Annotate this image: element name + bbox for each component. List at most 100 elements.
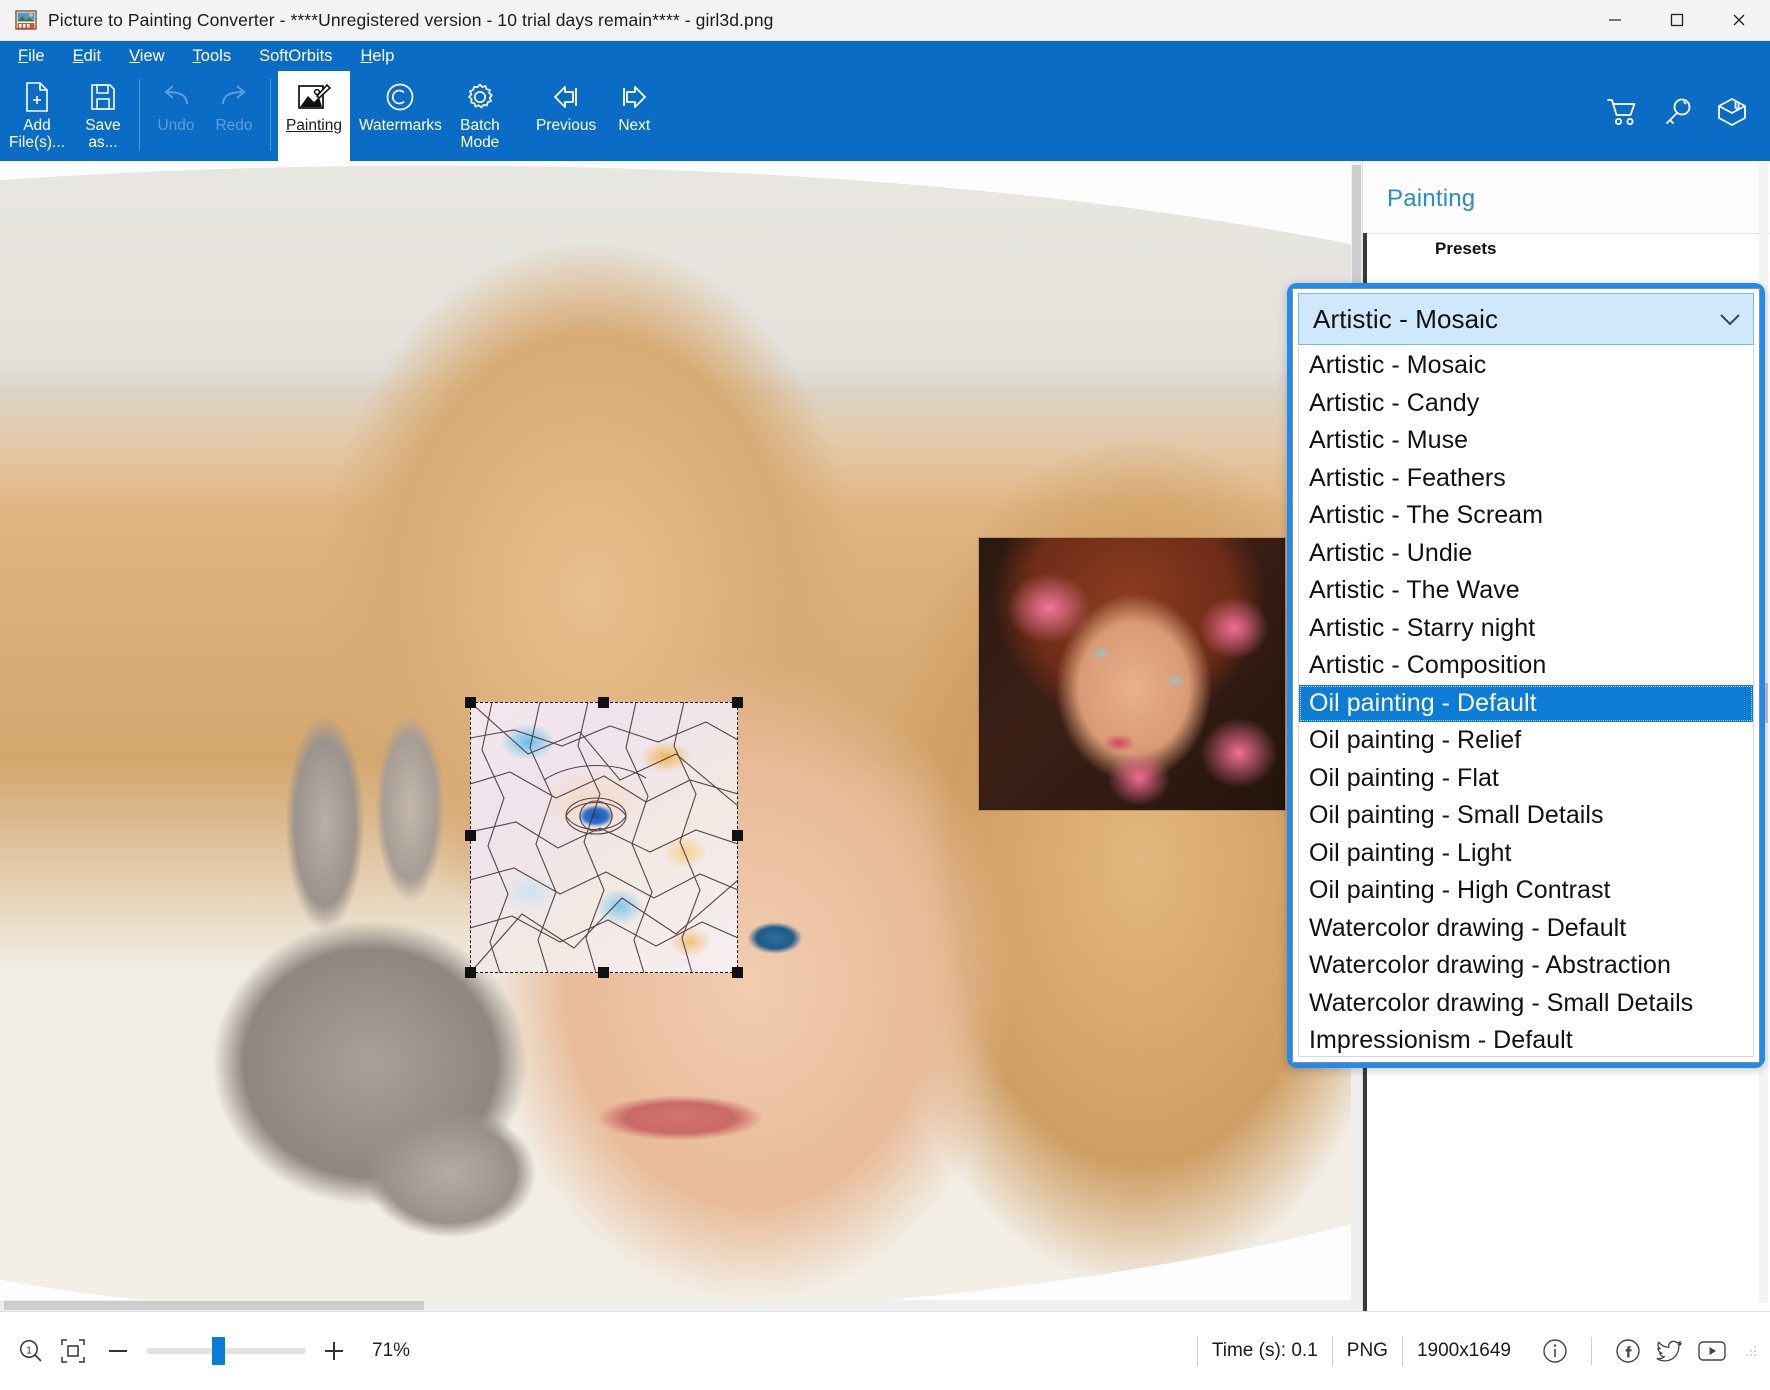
- app-logo-icon: [14, 8, 38, 32]
- undo-label: Undo: [157, 117, 195, 134]
- zoom-in-button[interactable]: [314, 1334, 354, 1368]
- canvas-horizontal-scrollbar[interactable]: [0, 1300, 1351, 1311]
- combobox-option[interactable]: Oil painting - Default: [1299, 684, 1753, 722]
- zoom-fit-icon[interactable]: [56, 1334, 90, 1368]
- combobox-option[interactable]: Artistic - Mosaic: [1299, 347, 1753, 385]
- close-button[interactable]: [1708, 0, 1770, 41]
- combobox-option[interactable]: Artistic - Candy: [1299, 385, 1753, 423]
- menu-item-tools[interactable]: Tools: [191, 46, 234, 67]
- painting-icon: [297, 78, 331, 115]
- batch-mode-button[interactable]: Batch Mode: [451, 71, 509, 161]
- twitter-icon[interactable]: [1654, 1335, 1686, 1367]
- info-icon[interactable]: [1539, 1335, 1571, 1367]
- ribbon-right-actions: [1606, 71, 1770, 161]
- resize-grip[interactable]: [1740, 1342, 1758, 1360]
- redo-label: Redo: [215, 117, 253, 134]
- chevron-down-icon[interactable]: [1715, 309, 1745, 329]
- resize-handle-e[interactable]: [732, 830, 743, 841]
- copyright-icon: [385, 78, 415, 115]
- status-divider: [1591, 1337, 1592, 1365]
- facebook-icon[interactable]: [1612, 1335, 1644, 1367]
- menu-item-view[interactable]: View: [127, 46, 166, 67]
- arrow-left-icon: [549, 78, 583, 115]
- combobox-option[interactable]: Artistic - Starry night: [1299, 610, 1753, 648]
- key-icon[interactable]: [1662, 96, 1694, 128]
- painting-label: Painting: [285, 117, 342, 134]
- panel-title: Painting: [1387, 185, 1476, 212]
- combobox-option[interactable]: Oil painting - Light: [1299, 835, 1753, 873]
- menu-item-help[interactable]: Help: [358, 46, 396, 67]
- menu-item-file[interactable]: File: [16, 46, 47, 67]
- image-canvas[interactable]: [0, 161, 1362, 1311]
- next-button[interactable]: Next: [605, 71, 663, 161]
- redo-button[interactable]: Redo: [205, 71, 263, 161]
- svg-text:1: 1: [26, 1346, 32, 1357]
- zoom-slider[interactable]: [146, 1337, 306, 1365]
- resize-handle-n[interactable]: [598, 697, 609, 708]
- resize-handle-s[interactable]: [598, 967, 609, 978]
- combobox-option[interactable]: Artistic - The Scream: [1299, 497, 1753, 535]
- combobox-option[interactable]: Artistic - The Wave: [1299, 572, 1753, 610]
- selection-region[interactable]: [465, 697, 743, 978]
- zoom-out-button[interactable]: [98, 1334, 138, 1368]
- zoom-controls: 1 71%: [0, 1334, 410, 1368]
- toolbar-separator-1: [138, 79, 140, 151]
- add-files-label: Add File(s)...: [9, 117, 65, 151]
- combobox-option[interactable]: Oil painting - High Contrast: [1299, 872, 1753, 910]
- combobox-option[interactable]: Artistic - Feathers: [1299, 460, 1753, 498]
- combobox-option[interactable]: Artistic - Muse: [1299, 422, 1753, 460]
- title-bar: Picture to Painting Converter - ****Unre…: [0, 0, 1770, 41]
- toolbar-separator-2: [269, 79, 271, 151]
- painting-button[interactable]: Painting: [277, 71, 350, 161]
- preview-thumbnail[interactable]: [979, 538, 1285, 810]
- watermarks-button[interactable]: Watermarks: [350, 71, 451, 161]
- zoom-actual-size-icon[interactable]: 1: [14, 1334, 48, 1368]
- undo-button[interactable]: Undo: [147, 71, 205, 161]
- scrollbar-thumb[interactable]: [4, 1301, 424, 1310]
- combobox-field[interactable]: Artistic - Mosaic: [1298, 293, 1754, 345]
- resize-handle-se[interactable]: [732, 967, 743, 978]
- resize-handle-nw[interactable]: [465, 697, 476, 708]
- combobox-option[interactable]: Artistic - Composition: [1299, 647, 1753, 685]
- menu-item-edit[interactable]: Edit: [71, 46, 103, 67]
- combobox-option[interactable]: Oil painting - Small Details: [1299, 797, 1753, 835]
- combobox-option[interactable]: Oil painting - Flat: [1299, 760, 1753, 798]
- resize-handle-ne[interactable]: [732, 697, 743, 708]
- combobox-option-list[interactable]: Artistic - Mosaic Artistic - Candy Artisti…: [1298, 347, 1754, 1057]
- menu-item-softorbits[interactable]: SoftOrbits: [257, 46, 334, 67]
- presets-label: Presets: [1435, 239, 1497, 258]
- window-title: Picture to Painting Converter - ****Unre…: [48, 9, 774, 30]
- maximize-button[interactable]: [1646, 0, 1708, 41]
- previous-label: Previous: [535, 117, 597, 134]
- app-window: Picture to Painting Converter - ****Unre…: [0, 0, 1770, 1390]
- resize-handle-sw[interactable]: [465, 967, 476, 978]
- previous-button[interactable]: Previous: [527, 71, 605, 161]
- resize-handle-w[interactable]: [465, 830, 476, 841]
- add-files-button[interactable]: Add File(s)...: [0, 71, 74, 161]
- window-controls: [1584, 0, 1770, 41]
- box-icon[interactable]: [1716, 96, 1748, 128]
- combobox-option[interactable]: Watercolor drawing - Abstraction: [1299, 947, 1753, 985]
- minimize-button[interactable]: [1584, 0, 1646, 41]
- combobox-option[interactable]: Impressionism - Default: [1299, 1022, 1753, 1056]
- cart-icon[interactable]: [1606, 96, 1640, 128]
- ribbon: File Edit View Tools SoftOrbits Help Add…: [0, 41, 1770, 161]
- combobox-inner: Artistic - Mosaic Artistic - Mosaic Artis…: [1292, 288, 1760, 1063]
- maximize-icon: [1670, 13, 1684, 27]
- undo-icon: [161, 78, 191, 115]
- combobox-option[interactable]: Artistic - Undie: [1299, 535, 1753, 573]
- zoom-percent-label: 71%: [372, 1340, 411, 1361]
- image-dimensions-label: 1900x1649: [1401, 1336, 1525, 1366]
- combobox-option[interactable]: Oil painting - Relief: [1299, 722, 1753, 760]
- presets-combobox[interactable]: Artistic - Mosaic Artistic - Mosaic Artis…: [1287, 283, 1765, 1068]
- zoom-slider-thumb[interactable]: [212, 1337, 225, 1365]
- combobox-option[interactable]: Watercolor drawing - Small Details: [1299, 985, 1753, 1023]
- status-right: Time (s): 0.1 PNG 1900x1649: [1196, 1335, 1770, 1367]
- status-social-links: [1539, 1335, 1728, 1367]
- youtube-icon[interactable]: [1696, 1335, 1728, 1367]
- combobox-option[interactable]: Watercolor drawing - Default: [1299, 910, 1753, 948]
- file-format-label: PNG: [1331, 1336, 1402, 1366]
- toolbar-gap: [509, 71, 527, 161]
- save-as-button[interactable]: Save as...: [74, 71, 132, 161]
- next-label: Next: [618, 117, 651, 134]
